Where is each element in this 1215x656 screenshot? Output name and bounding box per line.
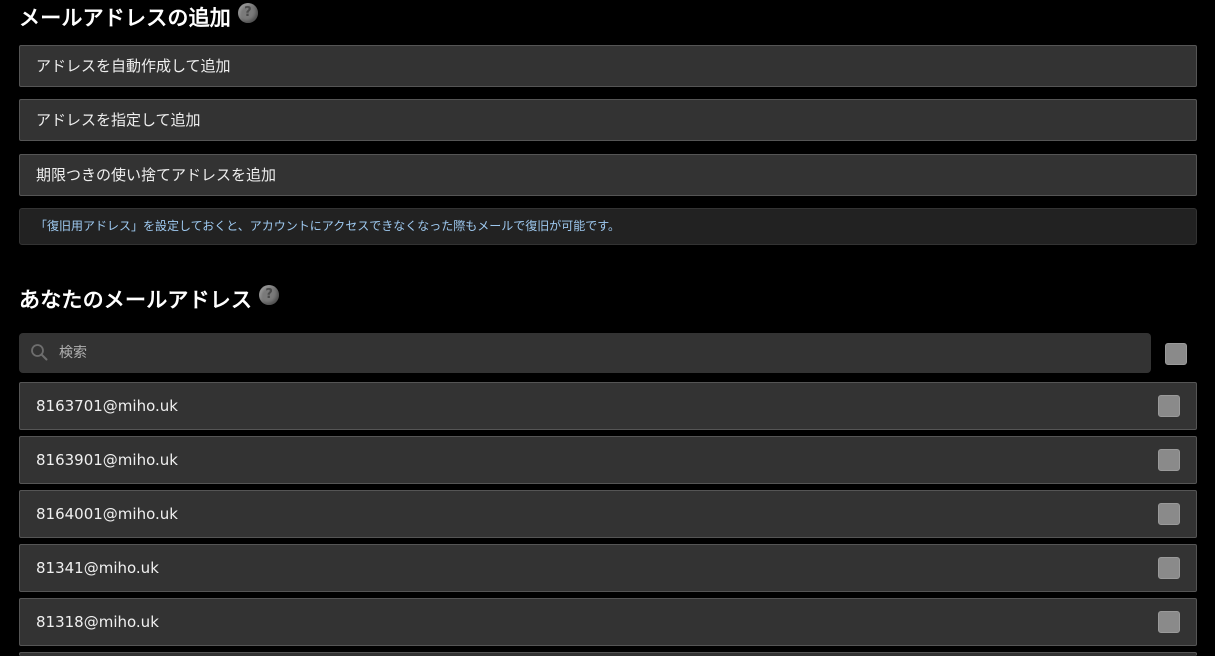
recovery-info-box: 「復旧用アドレス」を設定しておくと、アカウントにアクセスできなくなった際もメール… (19, 208, 1197, 245)
search-input[interactable] (59, 333, 1139, 373)
email-row[interactable]: 81341@miho.uk (19, 544, 1197, 592)
email-row-partial[interactable] (19, 652, 1197, 656)
search-box[interactable] (19, 333, 1151, 373)
email-settings-page: メールアドレスの追加 ? アドレスを自動作成して追加 アドレスを指定して追加 期… (0, 0, 1215, 656)
email-address: 81318@miho.uk (36, 613, 159, 631)
email-address: 81341@miho.uk (36, 559, 159, 577)
email-row[interactable]: 81318@miho.uk (19, 598, 1197, 646)
your-addresses-section-title: あなたのメールアドレス ? (19, 284, 280, 314)
disposable-address-button[interactable]: 期限つきの使い捨てアドレスを追加 (19, 154, 1197, 196)
email-row[interactable]: 8163701@miho.uk (19, 382, 1197, 430)
recovery-info-text: 「復旧用アドレス」を設定しておくと、アカウントにアクセスできなくなった際もメール… (35, 219, 621, 233)
auto-create-address-button[interactable]: アドレスを自動作成して追加 (19, 45, 1197, 87)
email-checkbox[interactable] (1158, 449, 1180, 471)
select-all-checkbox[interactable] (1165, 343, 1187, 365)
add-email-title-text: メールアドレスの追加 (19, 6, 231, 30)
help-icon[interactable]: ? (259, 285, 280, 305)
email-row[interactable]: 8163901@miho.uk (19, 436, 1197, 484)
email-checkbox[interactable] (1158, 611, 1180, 633)
add-email-section-title: メールアドレスの追加 ? (19, 3, 258, 31)
specify-address-label: アドレスを指定して追加 (36, 111, 201, 129)
email-address: 8163901@miho.uk (36, 451, 178, 469)
specify-address-button[interactable]: アドレスを指定して追加 (19, 99, 1197, 141)
disposable-address-label: 期限つきの使い捨てアドレスを追加 (36, 166, 277, 184)
help-icon[interactable]: ? (238, 3, 258, 23)
email-checkbox[interactable] (1158, 395, 1180, 417)
email-checkbox[interactable] (1158, 503, 1180, 525)
email-row[interactable]: 8164001@miho.uk (19, 490, 1197, 538)
email-checkbox[interactable] (1158, 557, 1180, 579)
auto-create-address-label: アドレスを自動作成して追加 (36, 57, 231, 75)
search-icon (31, 344, 48, 361)
your-addresses-title-text: あなたのメールアドレス (19, 288, 253, 312)
email-address: 8163701@miho.uk (36, 397, 178, 415)
email-address: 8164001@miho.uk (36, 505, 178, 523)
